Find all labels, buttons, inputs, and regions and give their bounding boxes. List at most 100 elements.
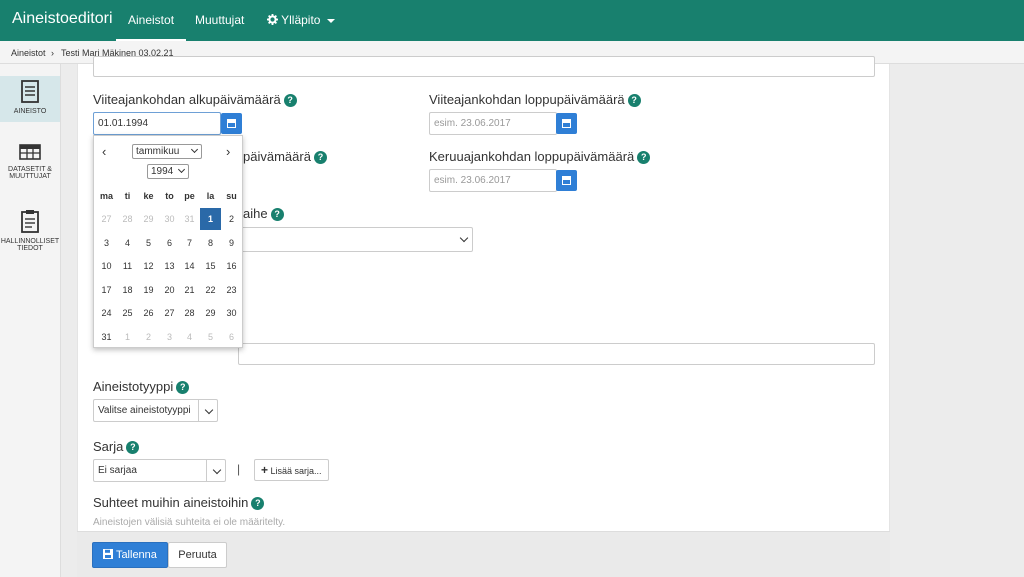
day-cell[interactable]: 11 <box>117 255 138 277</box>
day-cell[interactable]: 14 <box>179 255 200 277</box>
day-cell[interactable]: 24 <box>96 302 117 324</box>
prev-month-button[interactable]: ‹ <box>102 144 106 159</box>
day-cell[interactable]: 29 <box>200 302 221 324</box>
day-cell[interactable]: 7 <box>179 232 200 254</box>
day-cell[interactable]: 13 <box>159 255 180 277</box>
gear-icon <box>267 14 278 25</box>
keruu-start-label-text: päivämäärä <box>243 149 311 164</box>
help-icon[interactable]: ? <box>627 94 641 108</box>
app-title[interactable]: Aineistoeditori <box>12 10 113 28</box>
sarja-separator: | <box>237 462 241 476</box>
aineistotyyppi-select[interactable]: Valitse aineistotyyppi <box>93 399 218 422</box>
day-cell[interactable]: 10 <box>96 255 117 277</box>
day-cell[interactable]: 16 <box>221 255 242 277</box>
add-sarja-button[interactable]: + Lisää sarja... <box>254 459 329 481</box>
day-cell[interactable]: 8 <box>200 232 221 254</box>
aineistotyyppi-label: Aineistotyyppi? <box>93 379 190 395</box>
day-cell[interactable]: 31 <box>96 326 117 348</box>
top-navbar: Aineistoeditori Aineistot Muuttujat Yllä… <box>0 0 1024 41</box>
chevron-down-icon <box>177 165 186 174</box>
month-select[interactable]: tammikuu <box>132 144 202 159</box>
keruu-end-input[interactable]: esim. 23.06.2017 <box>429 169 557 192</box>
suhteet-label: Suhteet muihin aineistoihin? <box>93 495 265 511</box>
day-cell[interactable]: 31 <box>179 208 200 230</box>
day-cell[interactable]: 30 <box>221 302 242 324</box>
day-cell[interactable]: 12 <box>138 255 159 277</box>
sidebar-item-label: DATASETIT & <box>8 166 52 173</box>
viite-end-calendar-button[interactable] <box>556 113 577 134</box>
breadcrumb-root[interactable]: Aineistot <box>11 48 46 58</box>
day-cell[interactable]: 6 <box>159 232 180 254</box>
day-cell[interactable]: 19 <box>138 279 159 301</box>
table-icon <box>19 144 41 160</box>
day-cell[interactable]: 27 <box>159 302 180 324</box>
help-icon[interactable]: ? <box>313 151 327 165</box>
day-selected[interactable]: 1 <box>200 208 221 230</box>
sidebar-item-datasetit[interactable]: DATASETIT & MUUTTUJAT <box>0 144 60 194</box>
day-cell[interactable]: 3 <box>159 326 180 348</box>
year-select[interactable]: 1994 <box>147 164 189 179</box>
sarja-select[interactable]: Ei sarjaa <box>93 459 226 482</box>
help-icon[interactable]: ? <box>251 497 265 511</box>
day-cell[interactable]: 6 <box>221 326 242 348</box>
day-cell[interactable]: 1 <box>117 326 138 348</box>
sidebar-item-hallinnolliset[interactable]: HALLINNOLLISET TIEDOT <box>0 209 60 259</box>
day-cell[interactable]: 17 <box>96 279 117 301</box>
add-sarja-label: Lisää sarja... <box>270 466 322 476</box>
save-icon <box>103 549 114 559</box>
day-cell[interactable]: 5 <box>138 232 159 254</box>
day-cell[interactable]: 15 <box>200 255 221 277</box>
day-cell[interactable]: 30 <box>159 208 180 230</box>
day-cell[interactable]: 27 <box>96 208 117 230</box>
top-field-partial[interactable] <box>93 56 875 77</box>
caret-down-icon <box>326 18 335 23</box>
day-cell[interactable]: 5 <box>200 326 221 348</box>
viite-start-input[interactable]: 01.01.1994 <box>93 112 221 135</box>
day-cell[interactable]: 22 <box>200 279 221 301</box>
weekday-header: ke <box>143 191 154 201</box>
nav-aineistot[interactable]: Aineistot <box>116 0 187 41</box>
day-cell[interactable]: 26 <box>138 302 159 324</box>
help-icon[interactable]: ? <box>126 441 140 455</box>
day-cell[interactable]: 2 <box>138 326 159 348</box>
save-button[interactable]: Tallenna <box>92 542 168 568</box>
day-cell[interactable]: 3 <box>96 232 117 254</box>
weekday-header: pe <box>184 191 195 201</box>
viite-end-label-text: Viiteajankohdan loppupäivämäärä <box>429 92 625 107</box>
day-cell[interactable]: 29 <box>138 208 159 230</box>
weekday-header: su <box>226 191 237 201</box>
day-cell[interactable]: 28 <box>117 208 138 230</box>
sidebar-item-label: HALLINNOLLISET <box>0 238 60 245</box>
help-icon[interactable]: ? <box>270 208 284 222</box>
suhteet-label-text: Suhteet muihin aineistoihin <box>93 495 249 510</box>
day-cell[interactable]: 4 <box>117 232 138 254</box>
sidebar-item-aineisto[interactable]: AINEISTO <box>0 76 60 122</box>
day-cell[interactable]: 18 <box>117 279 138 301</box>
help-icon[interactable]: ? <box>283 94 297 108</box>
keruu-end-calendar-button[interactable] <box>556 170 577 191</box>
year-value: 1994 <box>151 166 174 177</box>
day-cell[interactable]: 2 <box>221 208 242 230</box>
help-icon[interactable]: ? <box>176 381 190 395</box>
viite-start-calendar-button[interactable] <box>221 113 242 134</box>
viite-end-input[interactable]: esim. 23.06.2017 <box>429 112 557 135</box>
weekday-header: la <box>206 191 215 201</box>
help-icon[interactable]: ? <box>637 151 651 165</box>
keruu-start-label: päivämäärä? <box>243 149 327 165</box>
text-field-partial[interactable] <box>238 343 875 365</box>
nav-muuttujat[interactable]: Muuttujat <box>195 0 244 41</box>
day-cell[interactable]: 20 <box>159 279 180 301</box>
viite-start-label: Viiteajankohdan alkupäivämäärä? <box>93 92 297 108</box>
day-cell[interactable]: 28 <box>179 302 200 324</box>
aihe-select[interactable] <box>238 227 473 252</box>
next-month-button[interactable]: › <box>226 144 230 159</box>
cancel-button[interactable]: Peruuta <box>168 542 227 568</box>
chevron-down-icon <box>190 145 199 154</box>
day-cell[interactable]: 21 <box>179 279 200 301</box>
sarja-label: Sarja? <box>93 439 140 455</box>
nav-yllapito[interactable]: Ylläpito <box>267 0 335 41</box>
day-cell[interactable]: 25 <box>117 302 138 324</box>
day-cell[interactable]: 4 <box>179 326 200 348</box>
day-cell[interactable]: 9 <box>221 232 242 254</box>
day-cell[interactable]: 23 <box>221 279 242 301</box>
